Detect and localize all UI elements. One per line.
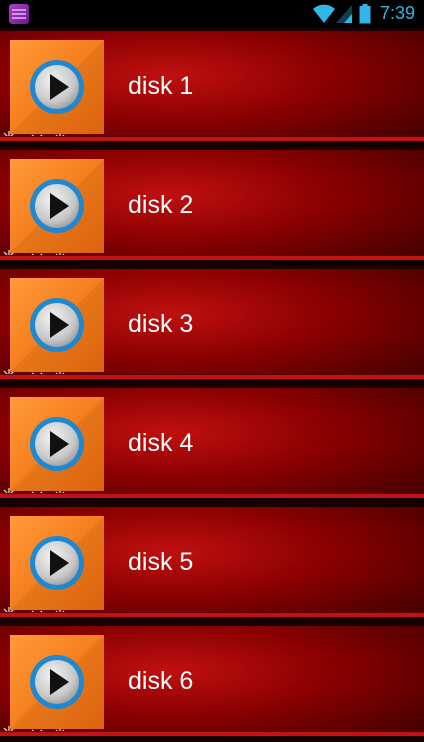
thumbnail[interactable] (10, 516, 104, 610)
status-bar: 7:39 (0, 0, 424, 28)
thumbnail[interactable] (10, 278, 104, 372)
play-icon[interactable] (28, 296, 86, 354)
play-icon[interactable] (28, 58, 86, 116)
thumbnail[interactable] (10, 635, 104, 729)
list-item[interactable]: disk 2 (0, 147, 424, 266)
list-item[interactable]: disk 4 (0, 385, 424, 504)
signal-icon (336, 5, 352, 23)
disk-label: disk 3 (128, 310, 194, 338)
status-clock: 7:39 (380, 3, 416, 23)
list-item[interactable]: disk 5 (0, 504, 424, 623)
play-icon[interactable] (28, 415, 86, 473)
list-item[interactable]: disk 6 (0, 623, 424, 742)
disk-label: disk 5 (128, 548, 194, 576)
disk-label: disk 2 (128, 191, 194, 219)
battery-icon (359, 4, 371, 24)
disk-label: disk 6 (128, 667, 194, 695)
play-icon[interactable] (28, 177, 86, 235)
row-bottom-band (0, 736, 424, 742)
play-icon[interactable] (28, 653, 86, 711)
list-item[interactable]: disk 1 (0, 28, 424, 147)
app-icon (9, 4, 29, 24)
thumbnail[interactable] (10, 40, 104, 134)
wifi-icon (313, 4, 335, 23)
disk-label: disk 1 (128, 72, 194, 100)
thumbnail[interactable] (10, 397, 104, 491)
thumbnail[interactable] (10, 159, 104, 253)
list-item[interactable]: disk 3 (0, 266, 424, 385)
disk-label: disk 4 (128, 429, 194, 457)
disk-list[interactable]: disk 1 disk 2 disk 3 disk 4 disk 5 disk … (0, 28, 424, 742)
play-icon[interactable] (28, 534, 86, 592)
